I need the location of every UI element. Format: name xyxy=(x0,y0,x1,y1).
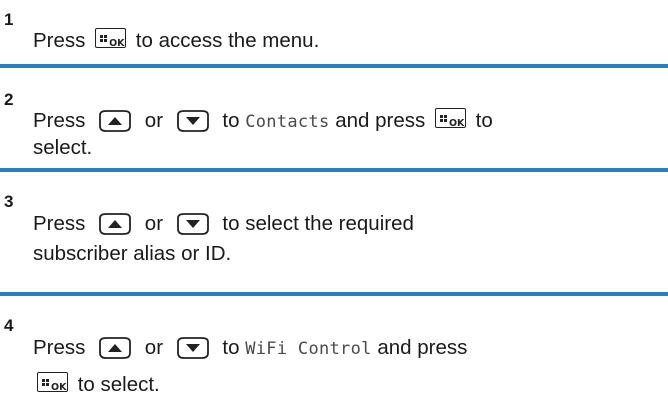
menu-grid-icon xyxy=(42,379,49,386)
instruction-text: Press xyxy=(33,336,92,359)
step-line: select. xyxy=(33,136,92,160)
up-arrow-key-icon xyxy=(99,110,132,132)
instruction-text: and press xyxy=(329,109,431,132)
step-line: Press or to Contacts and press OK to xyxy=(33,108,493,134)
menu-grid-icon xyxy=(100,35,108,42)
step-line: Press or to WiFi Control and press xyxy=(33,336,467,361)
instruction-text: to xyxy=(216,109,246,132)
step-number: 4 xyxy=(4,316,14,335)
menu-option-name: WiFi Control xyxy=(245,339,372,359)
instruction-text: subscriber alias or ID. xyxy=(33,242,232,265)
step-separator xyxy=(0,168,668,172)
menu-option-name: Contacts xyxy=(245,112,330,132)
menu-ok-key-icon: OK xyxy=(434,108,466,129)
step-line: Press or to select the required xyxy=(33,212,414,236)
instruction-text: select. xyxy=(33,136,93,159)
menu-ok-key-icon: OK xyxy=(37,372,68,393)
instruction-text: or xyxy=(139,212,169,235)
instruction-text: to xyxy=(469,109,493,132)
instruction-text: Press xyxy=(33,212,92,235)
instruction-text: to xyxy=(216,336,246,359)
instruction-text: or xyxy=(139,336,169,359)
instruction-text: to access the menu. xyxy=(130,29,320,52)
instruction-text: and press xyxy=(371,336,468,359)
instruction-text: to select the required xyxy=(216,212,414,235)
ok-key-label: OK xyxy=(448,118,465,129)
instruction-text: Press xyxy=(33,109,92,132)
step-separator xyxy=(0,292,668,296)
step-number: 3 xyxy=(4,192,14,211)
step-line: Press OK to access the menu. xyxy=(33,28,319,53)
ok-key-label: OK xyxy=(51,382,67,393)
instruction-text: Press xyxy=(33,29,92,52)
step-number: 1 xyxy=(4,10,14,29)
step-line: subscriber alias or ID. xyxy=(33,242,231,266)
ok-key-label: OK xyxy=(109,38,125,49)
step-line: OK to select. xyxy=(33,372,160,397)
instruction-text: or xyxy=(139,109,169,132)
instruction-text: to select. xyxy=(72,373,160,396)
up-arrow-key-icon xyxy=(99,337,132,359)
step-number: 2 xyxy=(4,90,14,109)
step-separator xyxy=(0,64,668,68)
up-arrow-key-icon xyxy=(99,213,132,235)
menu-grid-icon xyxy=(439,115,447,122)
down-arrow-key-icon xyxy=(176,110,209,132)
down-arrow-key-icon xyxy=(176,337,209,359)
down-arrow-key-icon xyxy=(176,213,209,235)
menu-ok-key-icon: OK xyxy=(95,28,127,49)
